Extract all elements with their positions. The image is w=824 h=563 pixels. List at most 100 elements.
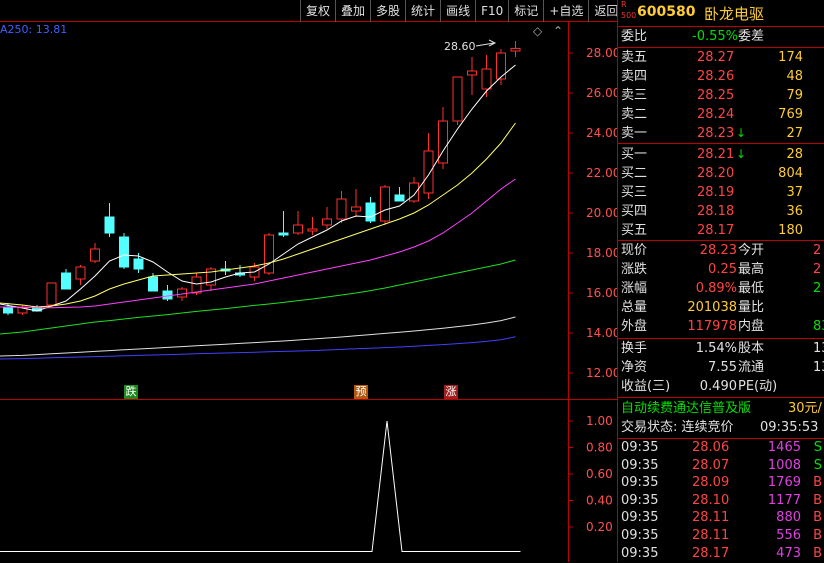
bid-row: 买二 28.20 804 [618,164,824,183]
trade-status: 交易状态: 连续竞价 [621,420,734,435]
draw-line-button[interactable]: 画线 [440,0,475,22]
bid-price: 28.17 [697,223,735,238]
bid-label: 买四 [621,204,648,219]
candle-body [3,306,13,314]
price-tick-label: 18.00 [586,246,617,260]
ma-line-ma250 [0,336,516,360]
bid-label: 买三 [621,185,648,200]
price-tick-label: 26.00 [586,86,617,100]
tick-volume: 1769 [767,475,801,491]
ask-volume: 48 [786,69,803,84]
candle-body [481,68,492,90]
ask-price: 28.23 [697,126,735,141]
candle-body [351,206,361,212]
candle-body [380,186,390,222]
ask-label: 卖一 [621,126,648,141]
tick-side: S [813,457,822,473]
weibi-value: -0.55% [692,29,738,44]
stat-label: 流通 [738,360,765,375]
tick-time: 09:35 [621,440,659,455]
bid-row: 买一 28.21 ↓ 28 [618,145,824,164]
bid-volume: 180 [778,223,803,238]
weicha-label: 委差 [738,29,765,44]
stat-value: 2 [813,281,822,296]
market-tag-sub: 500 [621,11,637,20]
candle-body [177,288,187,298]
tick-price: 28.11 [692,528,730,543]
statistics-button[interactable]: 统计 [405,0,440,22]
tick-time: 09:35 [621,510,659,526]
price-tick-label: 14.00 [586,326,617,340]
stat-label: 总量 [621,300,648,315]
tick-volume: 473 [776,545,801,561]
restore-rights-button[interactable]: 复权 [300,0,335,22]
bid-label: 买一 [621,147,648,162]
ask-volume: 769 [778,107,803,122]
stat-label: 现价 [621,243,648,258]
stat-row: 净资 7.55 流通 13 [618,358,824,377]
multi-stock-button[interactable]: 多股 [370,0,405,22]
bid-volume: 804 [778,166,803,181]
ask-label: 卖二 [621,107,648,122]
bid-row: 买五 28.17 180 [618,221,824,240]
stat-row: 收益(三) 0.490 PE(动) [618,377,824,396]
stat-value: 13 [813,341,824,356]
status-time: 09:35:53 [760,420,819,435]
signal-rise-badge: 涨 [444,385,458,399]
weibi-row: 委比 -0.55% 委差 [618,27,824,46]
tick-row: 09:35 28.10 1177 B [618,492,824,510]
tick-time: 09:35 [621,457,659,473]
candle-body [191,276,202,294]
tick-volume: 556 [776,528,801,543]
quote-panel: R 500 600580 卧龙电驱 委比 -0.55% 委差 卖五 28.27 … [617,0,824,562]
ad-banner[interactable]: 自动续费通达信普及版 30元/ [618,399,824,418]
tick-price: 28.10 [692,492,730,508]
tick-side: B [813,510,822,526]
candle-body [423,150,434,194]
indicator-line [0,420,521,552]
ask-row: 卖五 28.27 174 [618,48,824,67]
stat-label: 涨幅 [621,281,648,296]
ask-label: 卖五 [621,50,648,65]
indicator-tick-label: 0.60 [586,467,613,481]
ad-price[interactable]: 30元/ [788,399,822,418]
candle-body [162,290,173,300]
candle-body [409,182,419,202]
quote-header: R 500 600580 卧龙电驱 [618,0,824,27]
f10-button[interactable]: F10 [475,0,508,22]
ask-price: 28.26 [697,69,735,84]
stat-value: 117978 [687,319,737,334]
bid-price: 28.20 [697,166,735,181]
chart-toolbar: 复权 叠加 多股 统计 画线 F10 标记 +自选 返回 [300,0,623,22]
candle-body [133,258,144,270]
ma250-label: A250: 13.81 [0,23,68,36]
candle-body [278,232,289,236]
price-tick-label: 12.00 [586,366,617,380]
signal-fall-badge: 跌 [124,385,138,399]
ad-text[interactable]: 自动续费通达信普及版 [621,399,751,418]
candle-body [90,248,100,262]
stat-label: 外盘 [621,319,648,334]
candle-body [104,216,115,234]
ask-volume: 79 [786,88,803,103]
stat-label: 净资 [621,360,648,375]
indicator-tick-label: 0.20 [586,520,613,534]
candle-body [336,198,347,220]
kline-chart[interactable]: 28.00 26.00 24.00 22.00 20.00 18.00 16.00 14.00… [0,0,617,562]
ask-volume: 27 [786,126,803,141]
tick-time: 09:35 [621,475,659,491]
stat-row: 涨跌 0.25 最高 2 [618,260,824,279]
candle-body [322,218,332,226]
overlay-button[interactable]: 叠加 [335,0,370,22]
diamond-icon[interactable]: ◇ [533,24,542,38]
settings-icon[interactable]: ⌃ [553,24,563,38]
stat-row: 现价 28.23 今开 2 [618,241,824,260]
add-watchlist-button[interactable]: +自选 [543,0,588,22]
ask-row: 卖四 28.26 48 [618,67,824,86]
ask-volume: 174 [778,50,803,65]
ask-price: 28.24 [697,107,735,122]
candle-body [467,70,477,76]
tick-side: B [813,492,822,508]
mark-button[interactable]: 标记 [508,0,543,22]
trade-status-row: 交易状态: 连续竞价 09:35:53 [618,418,824,437]
